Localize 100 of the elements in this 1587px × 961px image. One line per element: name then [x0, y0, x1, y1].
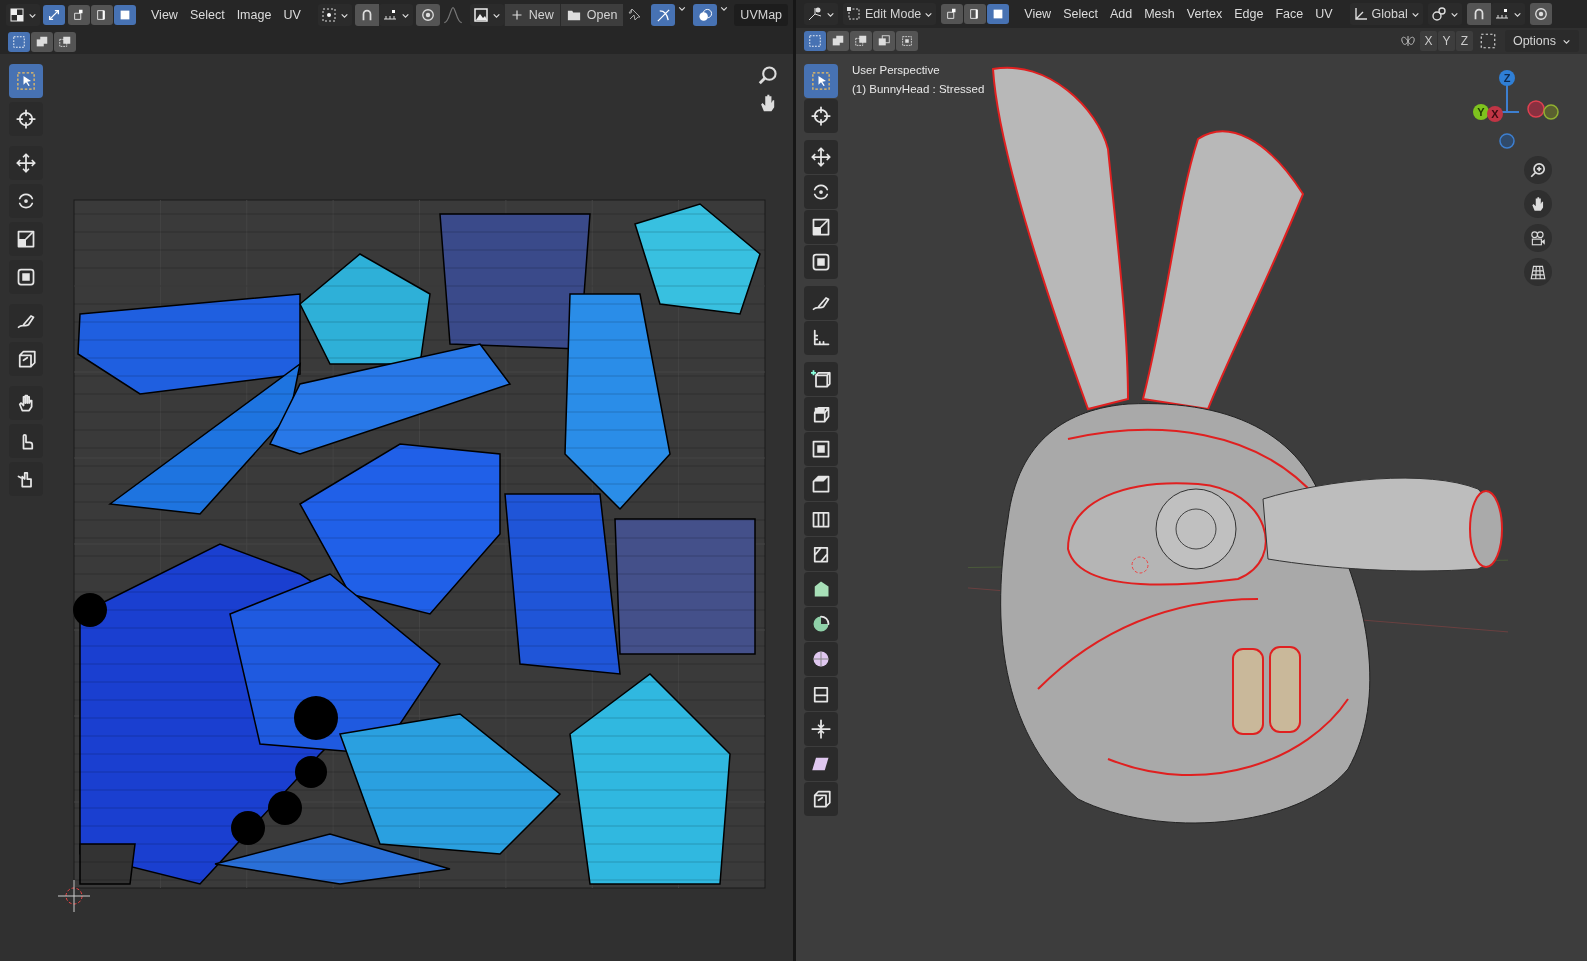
- tool-button[interactable]: [9, 424, 43, 458]
- snap-dropdown[interactable]: [378, 4, 413, 26]
- open-image-button[interactable]: Open: [559, 4, 624, 26]
- link-circles-icon: [1430, 6, 1447, 22]
- select-mode-button[interactable]: [987, 4, 1010, 24]
- tool-button[interactable]: [804, 432, 838, 466]
- tool-button[interactable]: [804, 362, 838, 396]
- pivot-dropdown[interactable]: [317, 4, 352, 26]
- tool-button[interactable]: [804, 537, 838, 571]
- menu-item[interactable]: Vertex: [1180, 3, 1229, 25]
- square-union-icon: [35, 35, 49, 49]
- square-intersect-icon: [900, 34, 914, 48]
- crosshair-icon: [16, 109, 36, 129]
- image-browse-dropdown[interactable]: [469, 4, 504, 26]
- tool-button[interactable]: [804, 467, 838, 501]
- menu-item[interactable]: View: [145, 4, 184, 26]
- grid-button[interactable]: [1524, 258, 1552, 286]
- menu-item[interactable]: View: [1018, 3, 1058, 25]
- select-mode-button[interactable]: [114, 5, 136, 25]
- tool-button[interactable]: [804, 321, 838, 355]
- menu-item[interactable]: Face: [1269, 3, 1310, 25]
- vertex-mode-icon: [72, 8, 86, 22]
- orientation-dropdown[interactable]: Global: [1349, 3, 1423, 25]
- tool-button[interactable]: [9, 102, 43, 136]
- sphere-icon: [811, 649, 831, 669]
- tool-button[interactable]: [9, 386, 43, 420]
- menu-item[interactable]: UV: [277, 4, 307, 26]
- selection-mode-button[interactable]: [8, 32, 30, 52]
- uv-map-field[interactable]: UVMap: [734, 4, 789, 26]
- tool-button[interactable]: [804, 502, 838, 536]
- zoom-button[interactable]: [1524, 156, 1552, 184]
- proportional-button[interactable]: [415, 4, 440, 26]
- gizmo-dropdown[interactable]: [651, 4, 676, 26]
- editor-type-button[interactable]: [6, 4, 40, 26]
- selection-mode-button[interactable]: [804, 31, 826, 51]
- camera-button[interactable]: [1524, 224, 1552, 252]
- proportional-button[interactable]: [1529, 3, 1552, 25]
- tool-button[interactable]: [9, 184, 43, 218]
- select-mode-button[interactable]: [91, 5, 113, 25]
- hand-icon: [16, 393, 36, 413]
- tool-button[interactable]: [804, 286, 838, 320]
- menu-item[interactable]: Select: [1057, 3, 1104, 25]
- tool-button[interactable]: [9, 342, 43, 376]
- menu-item[interactable]: Edge: [1228, 3, 1270, 25]
- selection-mode-button[interactable]: [896, 31, 918, 51]
- snap-dropdown[interactable]: [1490, 3, 1525, 25]
- plus-icon: [510, 9, 523, 21]
- zoom-icon[interactable]: [757, 64, 779, 86]
- tool-button[interactable]: [9, 260, 43, 294]
- scale-icon: [811, 217, 831, 237]
- tool-button[interactable]: [804, 712, 838, 746]
- selection-mode-button[interactable]: [850, 31, 872, 51]
- face-mode-icon: [118, 8, 132, 22]
- tool-button[interactable]: [804, 677, 838, 711]
- pivot-dropdown[interactable]: [1427, 3, 1462, 25]
- tool-button[interactable]: [804, 397, 838, 431]
- new-image-button[interactable]: New: [503, 4, 560, 26]
- selection-mode-button[interactable]: [54, 32, 76, 52]
- tool-button[interactable]: [804, 782, 838, 816]
- select-mode-button[interactable]: [941, 4, 964, 24]
- tool-button[interactable]: [804, 747, 838, 781]
- menu-item[interactable]: Mesh: [1138, 3, 1181, 25]
- tool-button[interactable]: [9, 222, 43, 256]
- options-dropdown[interactable]: Options: [1504, 30, 1579, 52]
- select-mode-button[interactable]: [964, 4, 987, 24]
- magnet-button[interactable]: [354, 4, 379, 26]
- menu-item[interactable]: Add: [1103, 3, 1139, 25]
- tool-button[interactable]: [804, 642, 838, 676]
- menu-item[interactable]: Image: [230, 4, 278, 26]
- selection-mode-button[interactable]: [873, 31, 895, 51]
- sync-selection-toggle[interactable]: [43, 5, 65, 25]
- tool-button[interactable]: [804, 175, 838, 209]
- axis-toggle[interactable]: Y: [1437, 31, 1455, 51]
- selection-mode-button[interactable]: [827, 31, 849, 51]
- menu-item[interactable]: Select: [183, 4, 231, 26]
- tool-button[interactable]: [9, 146, 43, 180]
- tool-button[interactable]: [804, 245, 838, 279]
- butterfly-icon[interactable]: [1399, 33, 1416, 49]
- menu-item[interactable]: UV: [1309, 3, 1339, 25]
- dotted-corners-icon[interactable]: [1478, 32, 1497, 50]
- pin-icon[interactable]: [626, 7, 643, 23]
- mode-dropdown[interactable]: Edit Mode: [843, 3, 937, 25]
- axis-toggle[interactable]: Z: [1455, 31, 1473, 51]
- tool-button[interactable]: [804, 210, 838, 244]
- editor-type-button[interactable]: [804, 3, 838, 25]
- axis-toggle[interactable]: X: [1419, 31, 1437, 51]
- cube-plus-icon: [811, 369, 831, 389]
- tool-button[interactable]: [804, 140, 838, 174]
- tool-button[interactable]: [9, 304, 43, 338]
- tool-button[interactable]: [804, 572, 838, 606]
- hand-button[interactable]: [1524, 190, 1552, 218]
- tool-button[interactable]: [804, 99, 838, 133]
- select-mode-button[interactable]: [68, 5, 90, 25]
- target-circle-icon: [1533, 7, 1548, 21]
- selection-mode-button[interactable]: [31, 32, 53, 52]
- overlay-dropdown[interactable]: [693, 4, 718, 26]
- magnet-button[interactable]: [1466, 3, 1491, 25]
- tool-button[interactable]: [9, 462, 43, 496]
- move-arrows-icon: [16, 153, 36, 173]
- tool-button[interactable]: [804, 607, 838, 641]
